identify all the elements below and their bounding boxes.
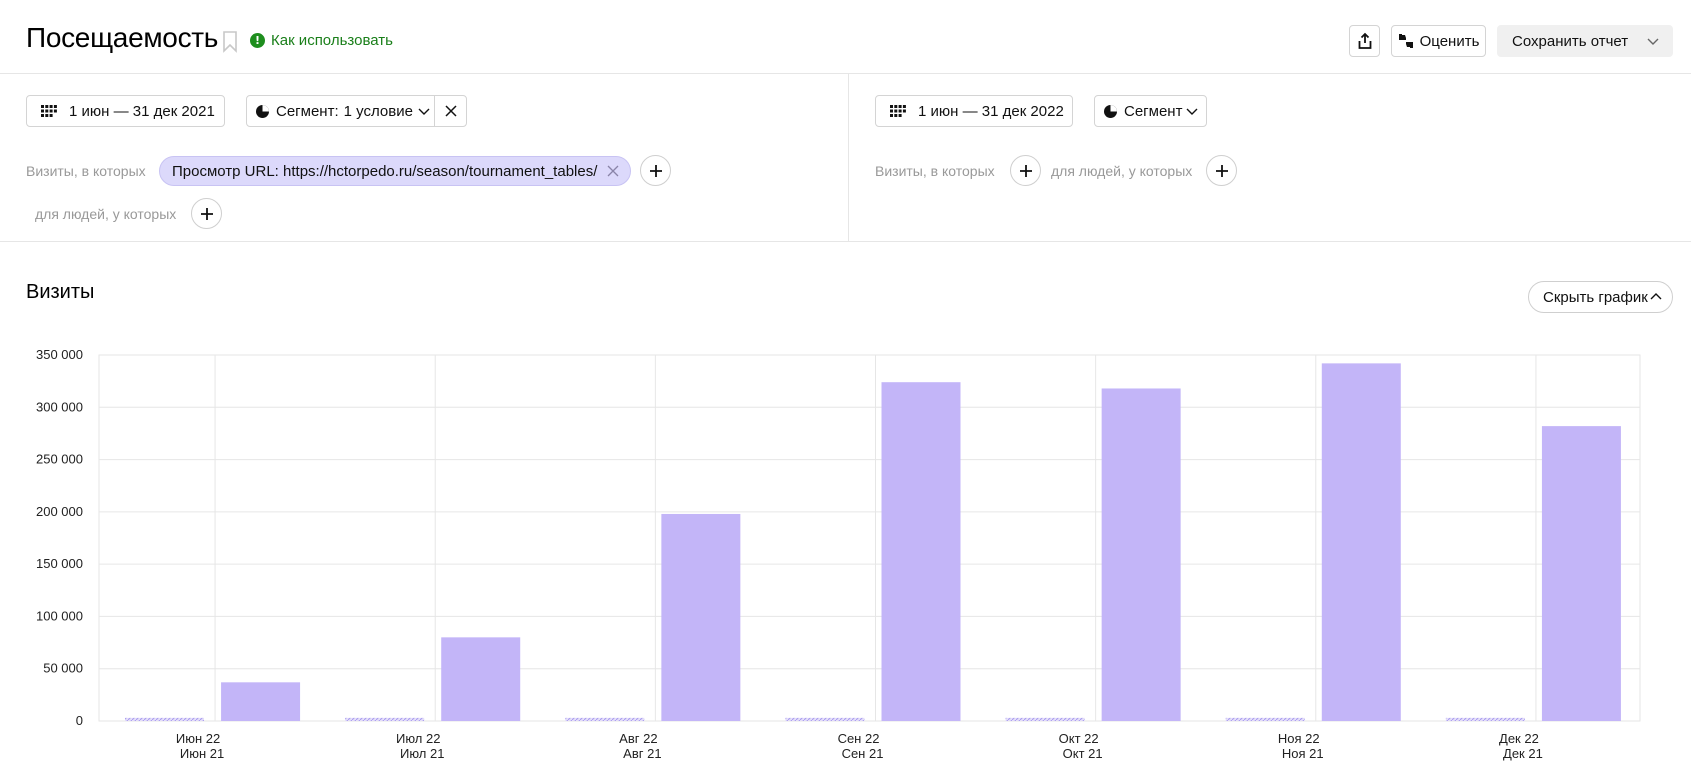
visits-where-label-left: Визиты, в которых (26, 163, 146, 179)
save-report-button[interactable]: Сохранить отчет (1497, 25, 1673, 57)
add-visit-condition-button-left[interactable] (640, 155, 671, 186)
x-tick-label-top: Ноя 22 (1278, 731, 1320, 746)
y-tick-label: 300 000 (36, 399, 83, 414)
x-tick-label-top: Июн 22 (176, 731, 220, 746)
y-tick-label: 200 000 (36, 504, 83, 519)
how-to-use-link[interactable]: ! Как использовать (250, 32, 393, 49)
segment-clear-button[interactable] (434, 95, 466, 127)
bar-primary (881, 382, 961, 721)
x-tick-label-bottom: Авг 21 (623, 746, 661, 761)
bar-secondary (565, 717, 645, 721)
bar-primary (1321, 363, 1401, 721)
close-icon (444, 105, 457, 117)
bar-secondary (345, 717, 425, 721)
segment-selector-right[interactable]: Сегмент (1094, 95, 1207, 127)
chevron-down-icon[interactable] (1646, 34, 1660, 48)
bar-secondary (1445, 717, 1525, 721)
chevron-up-icon (1650, 293, 1662, 300)
segment-value-left: 1 условие (343, 102, 413, 120)
y-tick-label: 250 000 (36, 452, 83, 467)
add-people-condition-button-right[interactable] (1206, 155, 1237, 186)
add-people-condition-button-left[interactable] (191, 198, 222, 229)
plus-icon (200, 207, 213, 220)
how-to-use-label: Как использовать (271, 32, 393, 49)
visits-where-label-right: Визиты, в которых (875, 163, 995, 179)
add-visit-condition-button-right[interactable] (1010, 155, 1041, 186)
info-icon: ! (250, 33, 265, 48)
bar-primary (441, 637, 521, 721)
calendar-grid-icon (890, 105, 906, 117)
save-report-label: Сохранить отчет (1512, 32, 1629, 50)
x-tick-label-top: Дек 22 (1499, 731, 1539, 746)
bar-secondary (125, 717, 204, 721)
x-tick-label-bottom: Сен 21 (842, 746, 884, 761)
bar-secondary (1005, 717, 1085, 721)
visits-bar-chart: 0 50 000 100 000 150 000 200 000 250 000 300 0… (36, 347, 1641, 761)
segment-selector-left[interactable]: Сегмент: 1 условие (246, 95, 467, 127)
y-tick-label: 0 (76, 713, 83, 728)
panel-divider (848, 74, 849, 242)
bar-secondary (785, 717, 865, 721)
bar-primary (1541, 426, 1621, 721)
calendar-grid-icon (41, 105, 57, 117)
y-tick-label: 100 000 (36, 608, 83, 623)
close-icon[interactable] (606, 164, 620, 178)
url-filter-tag[interactable]: Просмотр URL: https://hctorpedo.ru/seaso… (159, 156, 631, 186)
filters-divider (0, 241, 1691, 242)
segment-label-right: Сегмент (1124, 102, 1183, 120)
pie-chart-icon (1104, 104, 1117, 118)
y-tick-label: 50 000 (43, 661, 83, 676)
share-button[interactable] (1349, 25, 1380, 57)
people-where-label-left: для людей, у которых (35, 206, 177, 222)
date-range-label-left: 1 июн — 31 дек 2021 (69, 102, 215, 120)
bar-primary (1101, 388, 1181, 721)
date-range-picker-left[interactable]: 1 июн — 31 дек 2021 (26, 95, 225, 127)
x-tick-label-bottom: Окт 21 (1063, 746, 1103, 761)
rate-label: Оценить (1419, 32, 1480, 50)
bar-primary (221, 682, 301, 721)
plus-icon (1019, 164, 1032, 177)
y-tick-label: 150 000 (36, 556, 83, 571)
hide-chart-label: Скрыть график (1543, 288, 1648, 306)
people-where-label-right: для людей, у которых (1051, 163, 1193, 179)
page-title: Посещаемость (26, 22, 219, 53)
bar-secondary (1225, 717, 1305, 721)
rate-button[interactable]: Оценить (1391, 25, 1486, 57)
bar-primary (661, 513, 741, 721)
y-tick-label: 350 000 (36, 347, 83, 362)
plus-icon (1215, 164, 1228, 177)
x-tick-label-bottom: Июн 21 (180, 746, 224, 761)
date-range-picker-right[interactable]: 1 июн — 31 дек 2022 (875, 95, 1073, 127)
plus-icon (649, 164, 662, 177)
pie-chart-icon (256, 104, 269, 118)
url-filter-label: Просмотр URL: https://hctorpedo.ru/seaso… (172, 162, 598, 180)
bookmark-icon[interactable] (222, 31, 238, 53)
x-tick-label-top: Окт 22 (1059, 731, 1099, 746)
x-tick-label-top: Июл 22 (396, 731, 440, 746)
top-bar: Посещаемость ! Как использовать Оценить … (0, 0, 1691, 74)
chart-section-title: Визиты (26, 281, 95, 303)
chevron-down-icon (418, 108, 430, 115)
header-divider (0, 73, 1691, 74)
hide-chart-button[interactable]: Скрыть график (1528, 281, 1673, 313)
thumbs-icon (1398, 34, 1413, 48)
x-tick-label-bottom: Дек 21 (1503, 746, 1543, 761)
share-icon (1358, 32, 1371, 49)
date-range-label-right: 1 июн — 31 дек 2022 (918, 102, 1064, 120)
segment-label-left: Сегмент: (276, 102, 339, 120)
x-tick-label-bottom: Ноя 21 (1282, 746, 1324, 761)
plot-frame (98, 354, 1641, 722)
x-tick-label-bottom: Июл 21 (400, 746, 444, 761)
x-tick-label-top: Сен 22 (838, 731, 880, 746)
x-tick-label-top: Авг 22 (619, 731, 657, 746)
chevron-down-icon (1186, 108, 1198, 115)
